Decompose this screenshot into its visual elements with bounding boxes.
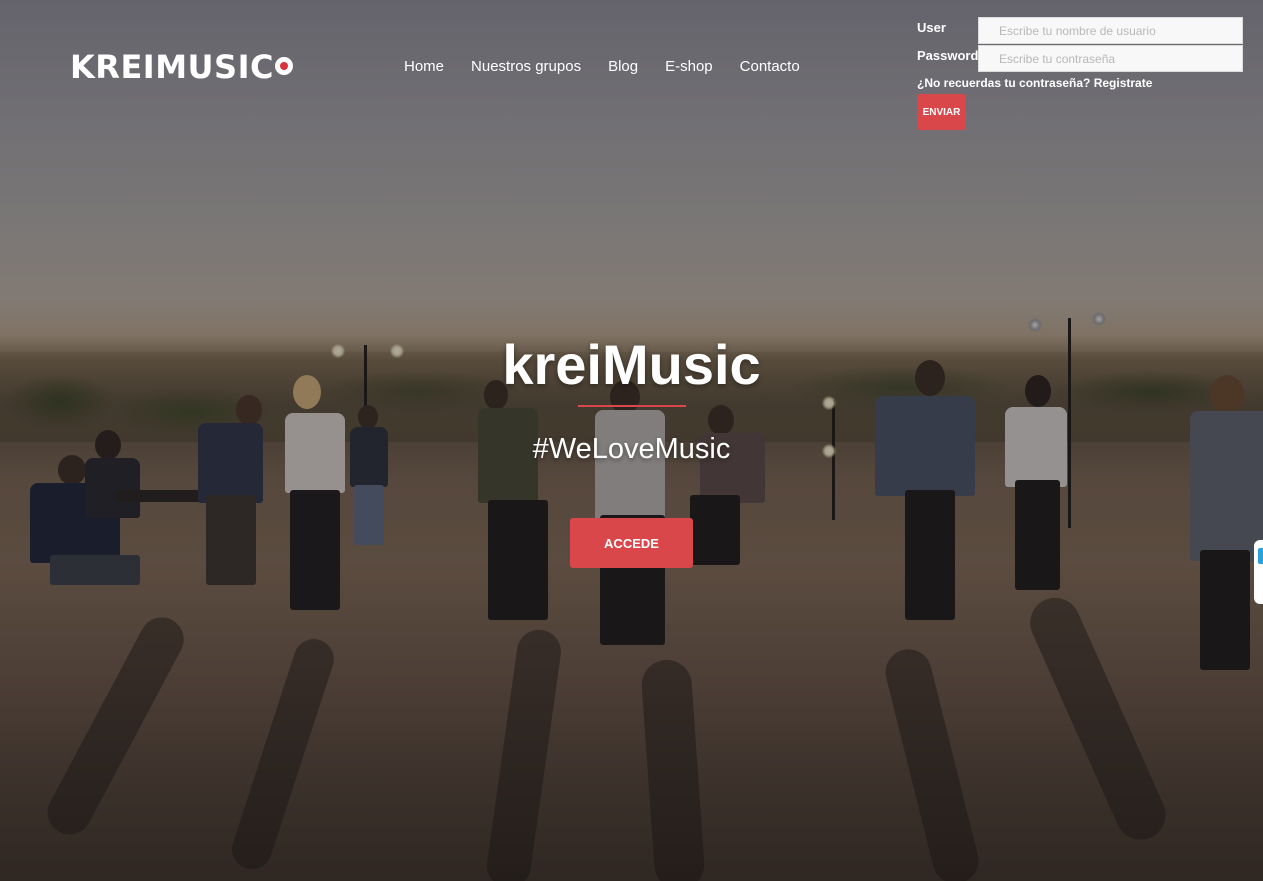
login-submit-button[interactable]: ENVIAR (917, 94, 966, 130)
password-input[interactable] (978, 45, 1243, 72)
hero-divider (578, 405, 686, 407)
hero-section: KREIMUSIC Home Nuestros grupos Blog E-sh… (0, 0, 1263, 881)
nav-blog[interactable]: Blog (608, 57, 638, 77)
password-label: Password (917, 48, 979, 63)
nav-e-shop[interactable]: E-shop (665, 57, 713, 77)
nav-home[interactable]: Home (404, 57, 444, 77)
username-input[interactable] (978, 17, 1243, 44)
logo-record-icon (274, 57, 293, 75)
accede-button[interactable]: ACCEDE (570, 518, 693, 568)
hero-tagline: #WeLoveMusic (532, 433, 731, 465)
nav-nuestros-grupos[interactable]: Nuestros grupos (471, 57, 581, 77)
site-logo[interactable]: KREIMUSIC (70, 47, 293, 87)
forgot-password-register-link[interactable]: ¿No recuerdas tu contraseña? Registrate (917, 76, 1247, 90)
hero-title: kreiMusic (502, 333, 761, 396)
login-form: User Password ¿No recuerdas tu contraseñ… (917, 16, 1247, 130)
main-nav: Home Nuestros grupos Blog E-shop Contact… (404, 57, 827, 77)
user-label: User (917, 20, 946, 35)
nav-contacto[interactable]: Contacto (740, 57, 800, 77)
logo-text: KREIMUSIC (70, 48, 274, 86)
side-widget-tab[interactable] (1254, 540, 1263, 604)
